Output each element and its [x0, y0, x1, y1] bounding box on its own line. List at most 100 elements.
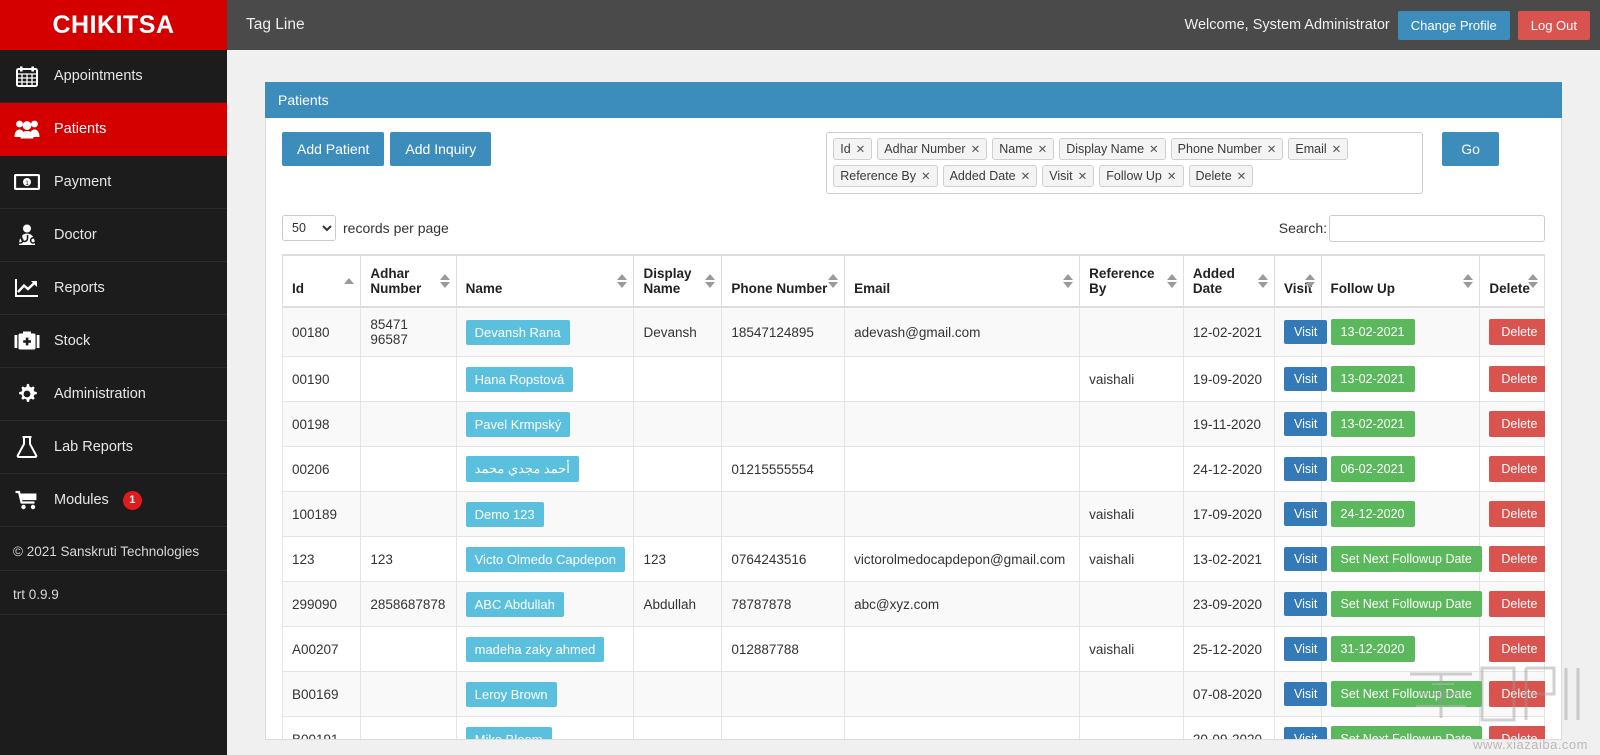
- delete-button[interactable]: Delete: [1489, 636, 1545, 662]
- patient-name-link[interactable]: Demo 123: [465, 501, 544, 527]
- column-chip[interactable]: Follow Up ✕: [1099, 165, 1184, 187]
- sidebar-item-patients[interactable]: Patients: [0, 103, 227, 156]
- patient-name-link[interactable]: أحمد مجدي محمد: [465, 456, 579, 482]
- sidebar-item-appointments[interactable]: Appointments: [0, 50, 227, 103]
- column-chip[interactable]: Id ✕: [833, 138, 873, 160]
- sort-arrows-icon[interactable]: [617, 274, 628, 288]
- sidebar-item-lab-reports[interactable]: Lab Reports: [0, 421, 227, 474]
- delete-button[interactable]: Delete: [1489, 591, 1545, 617]
- search-input[interactable]: [1329, 214, 1545, 242]
- add-patient-button[interactable]: Add Patient: [282, 132, 385, 166]
- column-chip[interactable]: Added Date ✕: [942, 165, 1038, 187]
- close-icon[interactable]: ✕: [921, 171, 931, 183]
- sort-arrows-icon[interactable]: [1257, 274, 1268, 288]
- go-button[interactable]: Go: [1442, 132, 1499, 166]
- close-icon[interactable]: ✕: [1021, 171, 1031, 183]
- sort-arrows-icon[interactable]: [1304, 274, 1315, 288]
- column-header-follow_up[interactable]: Follow Up: [1320, 254, 1481, 308]
- logout-button[interactable]: Log Out: [1517, 10, 1590, 40]
- visit-button[interactable]: Visit: [1283, 547, 1328, 571]
- column-chip[interactable]: Visit ✕: [1042, 165, 1095, 187]
- patient-name-link[interactable]: Pavel Krmpský: [465, 411, 571, 437]
- visit-button[interactable]: Visit: [1283, 637, 1328, 661]
- column-header-adhar[interactable]: Adhar Number: [360, 254, 457, 308]
- column-header-name[interactable]: Name: [455, 254, 635, 308]
- sort-arrows-icon[interactable]: [1166, 274, 1177, 288]
- table-scroll-area[interactable]: Id Adhar Number Name Display Name Phone Numb…: [282, 254, 1545, 739]
- add-inquiry-button[interactable]: Add Inquiry: [390, 132, 492, 166]
- column-filter-box[interactable]: Id ✕ Adhar Number ✕ Name ✕ Display Name ✕ Phone …: [826, 132, 1424, 194]
- visit-button[interactable]: Visit: [1283, 367, 1328, 391]
- close-icon[interactable]: ✕: [1167, 171, 1177, 183]
- delete-button[interactable]: Delete: [1489, 319, 1545, 345]
- follow-up-button[interactable]: 31-12-2020: [1330, 636, 1415, 662]
- delete-button[interactable]: Delete: [1489, 366, 1545, 392]
- sort-arrows-icon[interactable]: [1463, 274, 1474, 288]
- column-header-visit[interactable]: Visit: [1273, 254, 1322, 308]
- visit-button[interactable]: Visit: [1283, 320, 1328, 344]
- patient-name-link[interactable]: Mike Bloom: [465, 726, 552, 739]
- sort-arrows-icon[interactable]: [705, 274, 716, 288]
- sidebar-item-administration[interactable]: Administration: [0, 368, 227, 421]
- follow-up-button[interactable]: Set Next Followup Date: [1330, 726, 1482, 739]
- sort-arrows-icon[interactable]: [439, 274, 450, 288]
- column-header-reference_by[interactable]: Reference By: [1079, 254, 1184, 308]
- sidebar-item-payment[interactable]: 1 Payment: [0, 156, 227, 209]
- sidebar-item-modules[interactable]: Modules 1: [0, 474, 227, 527]
- visit-button[interactable]: Visit: [1283, 592, 1328, 616]
- close-icon[interactable]: ✕: [1237, 171, 1247, 183]
- delete-button[interactable]: Delete: [1489, 456, 1545, 482]
- sidebar-item-stock[interactable]: Stock: [0, 315, 227, 368]
- column-header-delete[interactable]: Delete: [1479, 254, 1545, 308]
- close-icon[interactable]: ✕: [856, 144, 866, 156]
- sort-arrows-icon[interactable]: [1063, 274, 1074, 288]
- patient-name-link[interactable]: Hana Ropstová: [465, 366, 574, 392]
- follow-up-button[interactable]: Set Next Followup Date: [1330, 681, 1482, 707]
- sort-arrows-icon[interactable]: [1528, 274, 1538, 288]
- sort-arrows-icon[interactable]: [344, 278, 355, 284]
- patient-name-link[interactable]: Victo Olmedo Capdepon: [465, 546, 626, 572]
- delete-button[interactable]: Delete: [1489, 546, 1545, 572]
- patient-name-link[interactable]: Leroy Brown: [465, 681, 557, 707]
- follow-up-button[interactable]: Set Next Followup Date: [1330, 591, 1482, 617]
- column-header-id[interactable]: Id: [282, 254, 362, 308]
- column-chip[interactable]: Adhar Number ✕: [877, 138, 988, 160]
- column-chip[interactable]: Name ✕: [992, 138, 1055, 160]
- column-chip[interactable]: Display Name ✕: [1059, 138, 1166, 160]
- close-icon[interactable]: ✕: [1038, 144, 1048, 156]
- column-header-phone[interactable]: Phone Number: [721, 254, 846, 308]
- sidebar-item-reports[interactable]: Reports: [0, 262, 227, 315]
- patient-name-link[interactable]: Devansh Rana: [465, 319, 570, 345]
- delete-button[interactable]: Delete: [1489, 501, 1545, 527]
- column-header-added_date[interactable]: Added Date: [1182, 254, 1275, 308]
- visit-button[interactable]: Visit: [1283, 502, 1328, 526]
- visit-button[interactable]: Visit: [1283, 682, 1328, 706]
- visit-button[interactable]: Visit: [1283, 457, 1328, 481]
- sort-arrows-icon[interactable]: [828, 274, 839, 288]
- follow-up-button[interactable]: 24-12-2020: [1330, 501, 1415, 527]
- column-chip[interactable]: Email ✕: [1288, 138, 1349, 160]
- records-per-page-select[interactable]: 102550100: [282, 215, 336, 241]
- column-header-display_name[interactable]: Display Name: [633, 254, 723, 308]
- follow-up-button[interactable]: 13-02-2021: [1330, 366, 1415, 392]
- close-icon[interactable]: ✕: [1332, 144, 1342, 156]
- delete-button[interactable]: Delete: [1489, 681, 1545, 707]
- close-icon[interactable]: ✕: [1267, 144, 1277, 156]
- delete-button[interactable]: Delete: [1489, 411, 1545, 437]
- column-chip[interactable]: Phone Number ✕: [1170, 138, 1284, 160]
- follow-up-button[interactable]: Set Next Followup Date: [1330, 546, 1482, 572]
- patient-name-link[interactable]: ABC Abdullah: [465, 591, 564, 617]
- column-chip[interactable]: Reference By ✕: [833, 165, 938, 187]
- visit-button[interactable]: Visit: [1283, 727, 1328, 739]
- column-header-email[interactable]: Email: [844, 254, 1081, 308]
- follow-up-button[interactable]: 06-02-2021: [1330, 456, 1415, 482]
- column-chip[interactable]: Delete ✕: [1188, 165, 1254, 187]
- brand-logo[interactable]: CHIKITSA: [0, 0, 227, 50]
- patient-name-link[interactable]: madeha zaky ahmed: [465, 636, 605, 662]
- follow-up-button[interactable]: 13-02-2021: [1330, 411, 1415, 437]
- close-icon[interactable]: ✕: [1078, 171, 1088, 183]
- close-icon[interactable]: ✕: [1149, 144, 1159, 156]
- change-profile-button[interactable]: Change Profile: [1397, 10, 1510, 40]
- visit-button[interactable]: Visit: [1283, 412, 1328, 436]
- follow-up-button[interactable]: 13-02-2021: [1330, 319, 1415, 345]
